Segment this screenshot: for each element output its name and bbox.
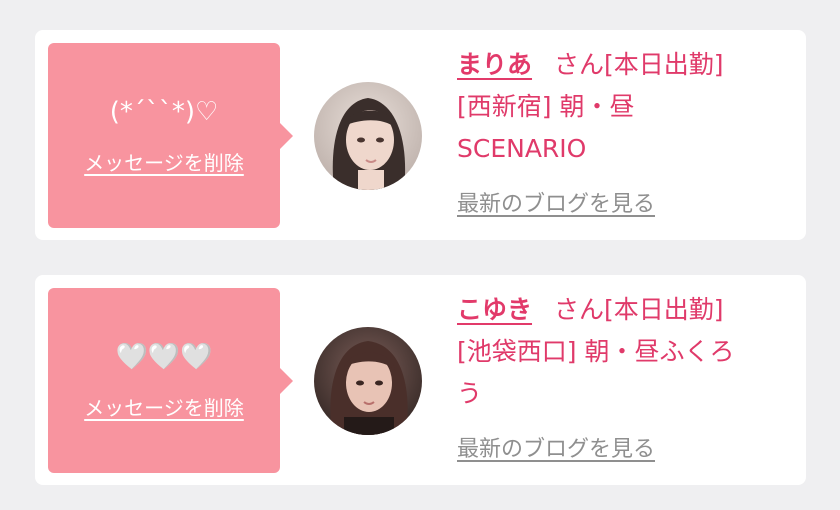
cast-info: こゆき さん[本日出勤] [池袋西口] 朝・昼ふくろ う (457, 289, 792, 415)
delete-message-link[interactable]: メッセージを削除 (48, 149, 280, 177)
blog-link[interactable]: 最新のブログを見る (457, 435, 655, 465)
cast-name-link[interactable]: こゆき (457, 295, 532, 324)
cast-line-1: まりあ さん[本日出勤] (457, 44, 792, 86)
cast-name-link[interactable]: まりあ (457, 50, 532, 79)
delete-message-link[interactable]: メッセージを削除 (48, 394, 280, 422)
cast-info: まりあ さん[本日出勤] [西新宿] 朝・昼 SCENARIO (457, 44, 792, 170)
blog-link[interactable]: 最新のブログを見る (457, 190, 655, 220)
cast-status: さん[本日出勤] (554, 295, 724, 324)
message-text: (*´``*)♡ (109, 97, 219, 127)
cast-line-3: う (457, 379, 483, 408)
message-text: 🤍🤍🤍 (115, 342, 213, 372)
cast-line-3: SCENARIO (457, 134, 587, 163)
message-card: 🤍🤍🤍 メッセージを削除 こゆき さん[本日出勤] [池袋西口] 朝・昼ふくろ う… (35, 275, 806, 485)
avatar[interactable] (314, 82, 422, 190)
cast-line-2: [西新宿] 朝・昼 (457, 92, 635, 121)
cast-line-1: こゆき さん[本日出勤] (457, 289, 792, 331)
message-bubble: (*´``*)♡ メッセージを削除 (48, 43, 293, 228)
cast-status: さん[本日出勤] (554, 50, 724, 79)
avatar[interactable] (314, 327, 422, 435)
cast-line-2: [池袋西口] 朝・昼ふくろ (457, 337, 735, 366)
message-card: (*´``*)♡ メッセージを削除 まりあ さん[本日出勤] [西新宿] 朝・昼 … (35, 30, 806, 240)
message-bubble: 🤍🤍🤍 メッセージを削除 (48, 288, 293, 473)
